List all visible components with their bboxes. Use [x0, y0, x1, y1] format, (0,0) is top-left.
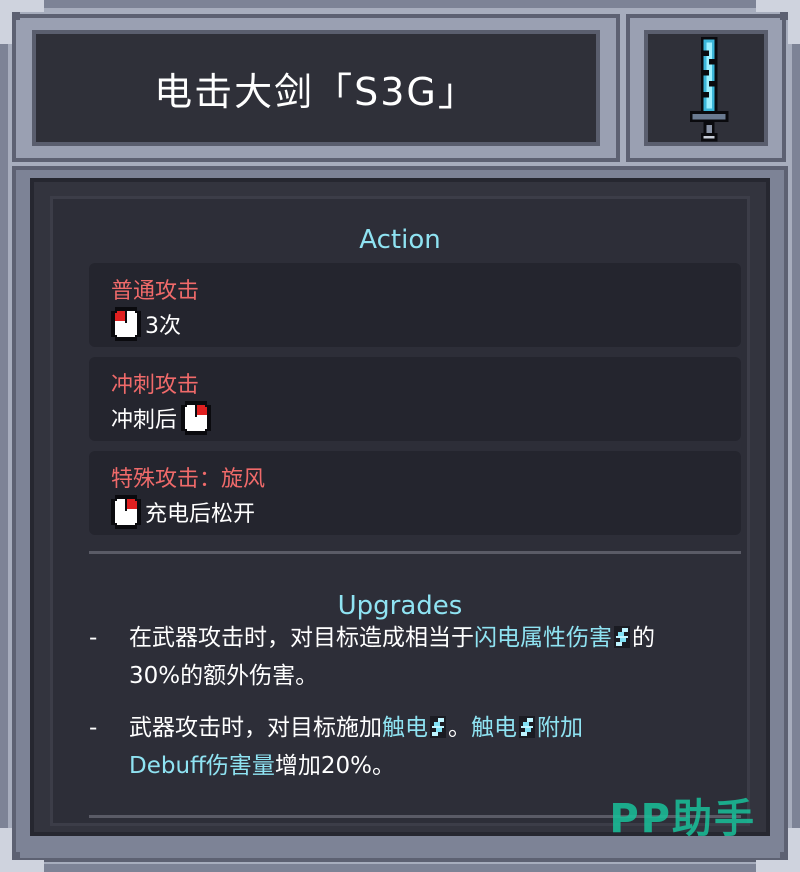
- action-card-normal: 普通攻击 3次: [89, 263, 741, 347]
- action-card-title: 普通攻击: [111, 279, 200, 304]
- weapon-icon-slot: [644, 30, 768, 146]
- action-heading: Action: [359, 225, 441, 255]
- action-card-title: 特殊攻击：旋风: [111, 467, 266, 492]
- details-panel: Action 普通攻击 3次 冲刺攻击 冲刺后 特殊攻击：旋风 充电后松开 Up…: [12, 166, 788, 862]
- upgrade-text-part: 30%的额外伤害。: [129, 663, 319, 689]
- keyword-debuff-damage: Debuff伤害量: [129, 753, 275, 779]
- watermark: PP助手: [609, 796, 756, 842]
- upgrade-text-part: 在武器攻击时，对目标造成相当于: [129, 625, 474, 651]
- upgrade-text-part: 武器攻击时，对目标施加: [129, 715, 382, 741]
- action-card-line: 充电后松开: [111, 495, 255, 529]
- upgrades-heading: Upgrades: [337, 591, 463, 621]
- corner-ornament: [0, 0, 44, 44]
- upgrade-text-part: 的: [632, 625, 655, 651]
- action-card-text: 充电后松开: [145, 502, 256, 527]
- action-card-special: 特殊攻击：旋风 充电后松开: [89, 451, 741, 535]
- tooltip-frame: 电击大剑「S3G」 Action 普通攻击 3次 冲刺攻击 冲刺后 特殊攻击：旋…: [0, 0, 800, 872]
- corner-ornament: [0, 828, 44, 872]
- right-mouse-icon: [181, 401, 212, 435]
- upgrade-item: - 在武器攻击时，对目标造成相当于闪电属性伤害的 30%的额外伤害。: [89, 619, 749, 699]
- action-card-title: 冲刺攻击: [111, 373, 200, 398]
- upgrade-text: 在武器攻击时，对目标造成相当于闪电属性伤害的 30%的额外伤害。: [129, 619, 749, 695]
- title-panel: 电击大剑「S3G」: [12, 14, 620, 162]
- section-divider: [89, 551, 741, 554]
- right-mouse-icon: [111, 495, 141, 529]
- lightning-icon: [430, 716, 446, 738]
- keyword-attach: 附加: [537, 715, 583, 741]
- upgrade-item: - 武器攻击时，对目标施加触电 。触电 附加 Debuff伤害量增加20%。: [89, 709, 749, 789]
- keyword-shock: 触电: [471, 715, 517, 741]
- keyword-shock: 触电: [382, 715, 428, 741]
- action-card-text: 3次: [145, 314, 181, 339]
- keyword-lightning-damage: 闪电属性伤害: [474, 625, 612, 651]
- corner-ornament: [756, 828, 800, 872]
- details-inner: Action 普通攻击 3次 冲刺攻击 冲刺后 特殊攻击：旋风 充电后松开 Up…: [50, 196, 750, 826]
- action-card-dash: 冲刺攻击 冲刺后: [89, 357, 741, 441]
- corner-ornament: [756, 0, 800, 44]
- action-card-line: 3次: [111, 307, 181, 341]
- title-inner: 电击大剑「S3G」: [32, 30, 600, 146]
- bullet-dash: -: [89, 715, 98, 741]
- action-card-text: 冲刺后: [111, 408, 178, 433]
- upgrade-text: 武器攻击时，对目标施加触电 。触电 附加 Debuff伤害量增加20%。: [129, 709, 749, 785]
- lightning-icon: [614, 626, 630, 648]
- left-mouse-icon: [111, 307, 141, 341]
- bullet-dash: -: [89, 625, 98, 651]
- lightning-greatsword-icon: [689, 36, 729, 142]
- action-card-line: 冲刺后: [111, 401, 212, 435]
- weapon-title: 电击大剑「S3G」: [154, 69, 478, 114]
- lightning-icon: [519, 716, 535, 738]
- upgrade-text-part: 。: [448, 715, 471, 741]
- details-outer: Action 普通攻击 3次 冲刺攻击 冲刺后 特殊攻击：旋风 充电后松开 Up…: [30, 178, 770, 836]
- upgrade-text-part: 增加20%。: [274, 753, 396, 779]
